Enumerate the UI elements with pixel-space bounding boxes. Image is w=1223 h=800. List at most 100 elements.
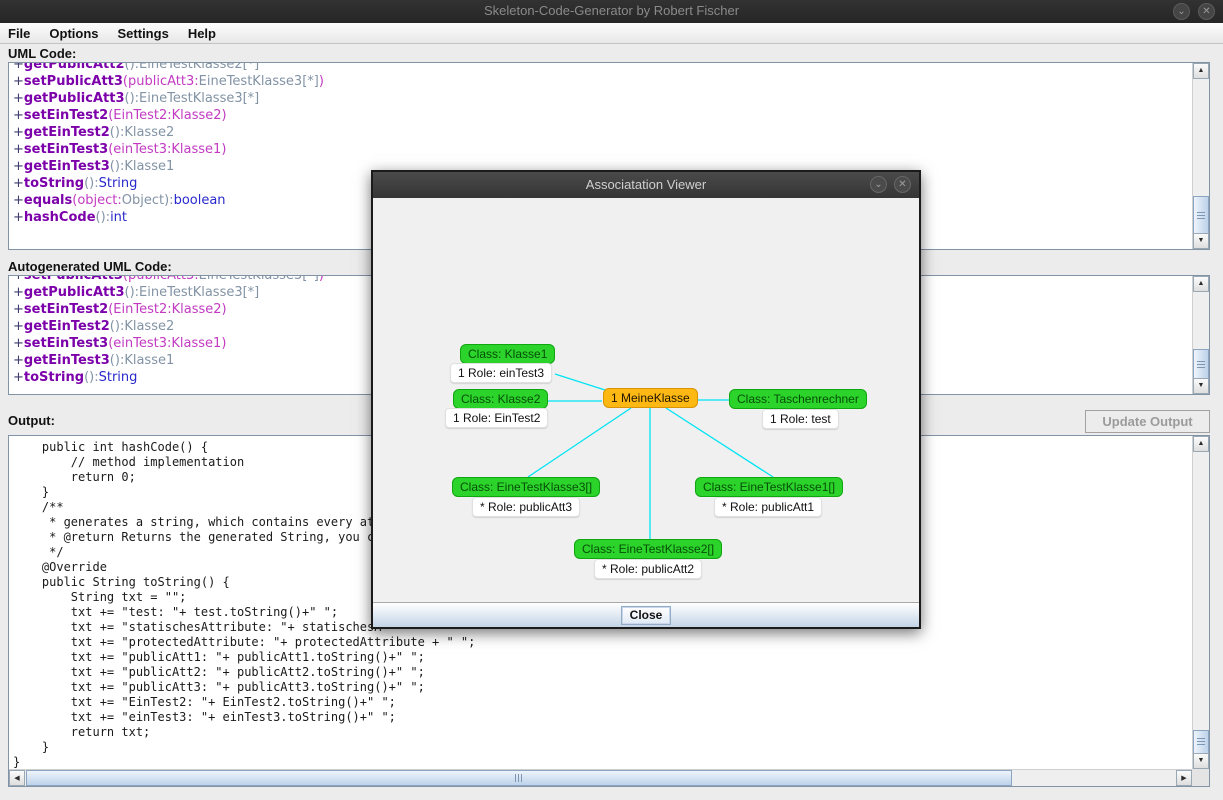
code-token: equals — [24, 193, 72, 208]
role-node[interactable]: * Role: publicAtt1 — [714, 497, 822, 517]
uml-vertical-scrollbar[interactable]: ▲ ▼ — [1192, 63, 1209, 249]
role-node[interactable]: 1 Role: test — [762, 409, 839, 429]
code-token: setEinTest2 — [24, 302, 108, 317]
menu-settings[interactable]: Settings — [118, 26, 180, 41]
code-token: (einTest3:Klasse1) — [108, 336, 226, 351]
menu-file[interactable]: File — [8, 26, 41, 41]
code-line: +setEinTest2(EinTest2:Klasse2) — [13, 107, 1189, 124]
code-token: Klasse1 — [124, 353, 174, 368]
close-icon: ✕ — [898, 179, 906, 190]
code-token: setEinTest2 — [24, 108, 108, 123]
output-vertical-scrollbar[interactable]: ▲ ▼ — [1192, 436, 1209, 769]
code-token: Klasse2 — [124, 125, 174, 140]
window-title: Skeleton-Code-Generator by Robert Fische… — [0, 3, 1223, 18]
code-token: Klasse1 — [124, 159, 174, 174]
code-token: EineTestKlasse3[*] — [199, 74, 319, 89]
code-token: (): — [125, 62, 140, 72]
code-token: String — [99, 176, 138, 191]
code-token: setPublicAtt3 — [24, 74, 123, 89]
class-node[interactable]: Class: EineTestKlasse1[] — [695, 477, 843, 497]
scroll-left-icon[interactable]: ◀ — [9, 770, 25, 786]
class-node[interactable]: Class: EineTestKlasse3[] — [452, 477, 600, 497]
code-token: (): — [110, 159, 125, 174]
menu-help[interactable]: Help — [188, 26, 227, 41]
scroll-down-icon[interactable]: ▼ — [1193, 753, 1209, 769]
class-node[interactable]: Class: Klasse2 — [453, 389, 548, 409]
code-token: String — [99, 370, 138, 385]
code-token: (): — [84, 370, 99, 385]
code-token: + — [13, 142, 24, 157]
code-token: + — [13, 91, 24, 106]
role-node[interactable]: * Role: publicAtt3 — [472, 497, 580, 517]
code-token: (publicAtt3: — [123, 74, 199, 89]
class-node[interactable]: Class: Klasse1 — [460, 344, 555, 364]
code-token: getPublicAtt3 — [24, 285, 125, 300]
code-token: ) — [319, 74, 324, 89]
dialog-close-button[interactable]: ✕ — [894, 176, 911, 193]
application-window: Skeleton-Code-Generator by Robert Fische… — [0, 0, 1223, 800]
code-token: EineTestKlasse3[*] — [199, 275, 319, 283]
menu-options[interactable]: Options — [49, 26, 109, 41]
code-token: setEinTest3 — [24, 142, 108, 157]
chevron-down-icon: ⌄ — [1177, 6, 1185, 17]
auto-scroll-thumb[interactable] — [1193, 349, 1209, 381]
close-button[interactable]: Close — [621, 606, 672, 625]
window-close-button[interactable]: ✕ — [1198, 3, 1215, 20]
code-token: (): — [110, 353, 125, 368]
update-output-button[interactable]: Update Output — [1085, 410, 1210, 433]
code-token: Object — [122, 193, 164, 208]
role-node[interactable]: * Role: publicAtt2 — [594, 559, 702, 579]
code-token: int — [110, 210, 127, 225]
code-token: ) — [319, 275, 324, 283]
role-node[interactable]: 1 Role: einTest3 — [450, 363, 552, 383]
chevron-down-icon: ⌄ — [874, 179, 882, 190]
code-token: + — [13, 125, 24, 140]
uml-scroll-thumb[interactable] — [1193, 196, 1209, 236]
association-viewer-dialog: Associatation Viewer ⌄ ✕ Class: Klasse11… — [371, 170, 921, 629]
code-token: + — [13, 353, 24, 368]
code-token: (): — [125, 91, 140, 106]
output-label: Output: — [8, 413, 55, 428]
code-token: (): — [84, 176, 99, 191]
scroll-up-icon[interactable]: ▲ — [1193, 276, 1209, 292]
output-code-line: txt += "EinTest2: "+ EinTest2.toString()… — [13, 695, 1189, 710]
code-token: + — [13, 336, 24, 351]
output-vscroll-thumb[interactable] — [1193, 730, 1209, 754]
code-token: EineTestKlasse3[*] — [139, 285, 259, 300]
scroll-right-icon[interactable]: ▶ — [1176, 770, 1192, 786]
code-token: EineTestKlasse2[*] — [139, 62, 259, 72]
dialog-titlebar[interactable]: Associatation Viewer ⌄ ✕ — [373, 172, 919, 198]
code-token: (publicAtt3: — [123, 275, 199, 283]
scrollbar-corner — [1192, 769, 1209, 786]
scroll-down-icon[interactable]: ▼ — [1193, 378, 1209, 394]
code-token: + — [13, 302, 24, 317]
code-token: (EinTest2:Klasse2) — [108, 108, 226, 123]
code-token: + — [13, 62, 24, 72]
main-class-node[interactable]: 1 MeineKlasse — [603, 388, 698, 408]
code-token: getPublicAtt3 — [24, 91, 125, 106]
code-token: (einTest3:Klasse1) — [108, 142, 226, 157]
code-token: getEinTest3 — [24, 353, 110, 368]
code-token: toString — [24, 176, 84, 191]
role-node[interactable]: 1 Role: EinTest2 — [445, 408, 548, 428]
output-horizontal-scrollbar[interactable]: ◀ ▶ — [9, 769, 1192, 786]
output-code-line: txt += "protectedAttribute: "+ protected… — [13, 635, 1189, 650]
code-token: + — [13, 285, 24, 300]
scroll-down-icon[interactable]: ▼ — [1193, 233, 1209, 249]
code-token: + — [13, 210, 24, 225]
code-token: setPublicAtt3 — [24, 275, 123, 283]
window-shade-button[interactable]: ⌄ — [1173, 3, 1190, 20]
window-titlebar: Skeleton-Code-Generator by Robert Fische… — [0, 0, 1223, 23]
scroll-up-icon[interactable]: ▲ — [1193, 63, 1209, 79]
code-token: + — [13, 193, 24, 208]
output-hscroll-thumb[interactable] — [26, 770, 1012, 786]
scroll-up-icon[interactable]: ▲ — [1193, 436, 1209, 452]
code-token: + — [13, 319, 24, 334]
code-token: + — [13, 370, 24, 385]
class-node[interactable]: Class: EineTestKlasse2[] — [574, 539, 722, 559]
output-code-line: txt += "publicAtt3: "+ publicAtt3.toStri… — [13, 680, 1189, 695]
dialog-shade-button[interactable]: ⌄ — [870, 176, 887, 193]
class-node[interactable]: Class: Taschenrechner — [729, 389, 867, 409]
code-token: (): — [110, 125, 125, 140]
auto-vertical-scrollbar[interactable]: ▲ ▼ — [1192, 276, 1209, 394]
